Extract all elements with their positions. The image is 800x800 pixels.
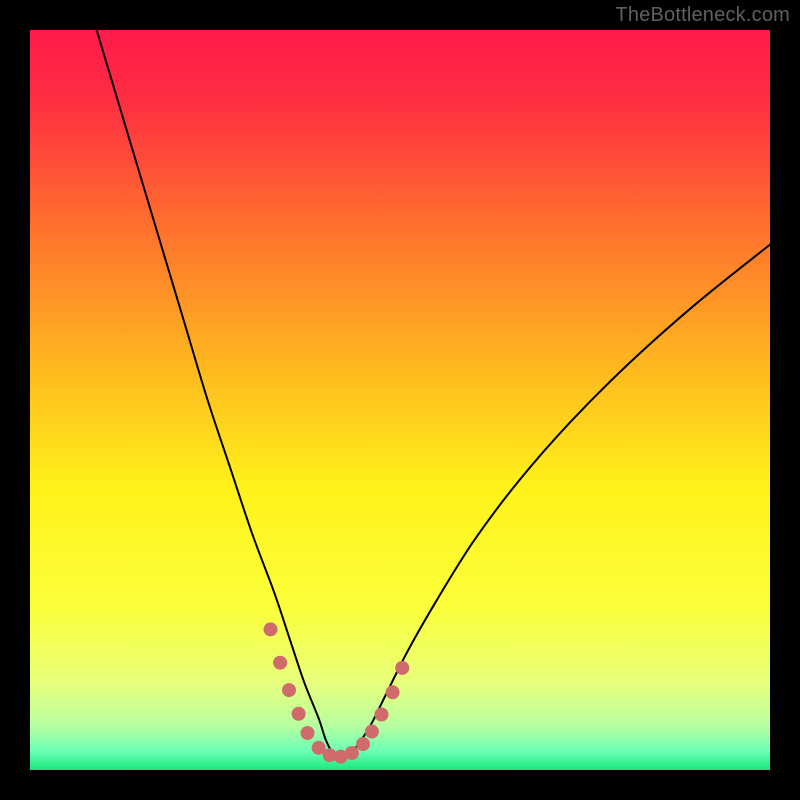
highlight-dot	[301, 726, 315, 740]
highlight-dot	[395, 661, 409, 675]
highlight-dot	[292, 707, 306, 721]
highlight-dot	[365, 725, 379, 739]
highlight-dot	[273, 656, 287, 670]
highlight-dot	[356, 737, 370, 751]
plot-area	[30, 30, 770, 770]
highlight-dot	[345, 746, 359, 760]
chart-frame: TheBottleneck.com	[0, 0, 800, 800]
bottleneck-curve	[30, 30, 770, 770]
highlight-dot	[282, 683, 296, 697]
highlight-dot	[264, 622, 278, 636]
highlight-dot	[375, 708, 389, 722]
watermark-text: TheBottleneck.com	[615, 4, 790, 27]
highlight-dot	[386, 685, 400, 699]
